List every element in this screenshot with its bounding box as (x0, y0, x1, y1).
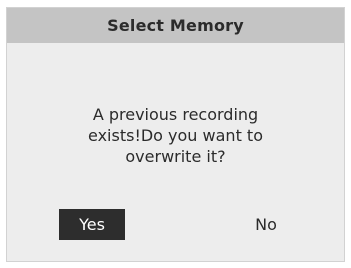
dialog-title: Select Memory (107, 16, 244, 35)
select-memory-dialog: Select Memory A previous recording exist… (6, 7, 345, 262)
dialog-title-bar: Select Memory (7, 8, 344, 43)
yes-button[interactable]: Yes (59, 209, 125, 240)
dialog-message: A previous recording exists!Do you want … (88, 105, 263, 166)
no-button[interactable]: No (233, 209, 299, 240)
